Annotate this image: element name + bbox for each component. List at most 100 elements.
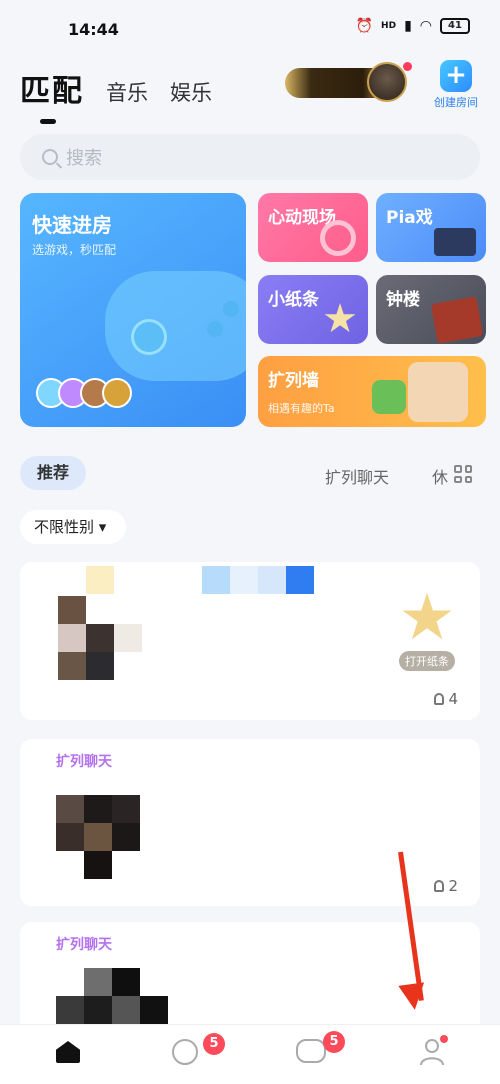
member-count-value: 2	[448, 877, 458, 895]
member-count-value: 4	[448, 690, 458, 708]
hd-label: HD	[381, 21, 397, 31]
card-tower-title: 钟楼	[386, 290, 420, 310]
mosaic-cell	[84, 795, 112, 823]
room-tag: 扩列聊天	[56, 754, 112, 770]
quick-join-title: 快速进房	[32, 213, 112, 237]
status-icons: ⏰ HD ▮ ◠ 41	[356, 18, 470, 34]
mosaic-cell	[56, 996, 84, 1024]
mosaic-cell	[56, 823, 84, 851]
status-bar: 14:44 ⏰ HD ▮ ◠ 41	[0, 0, 500, 58]
mosaic-cell	[84, 968, 112, 996]
gamepad-stick	[131, 319, 167, 355]
game-avatar	[102, 378, 132, 408]
tab-recommend[interactable]: 推荐	[20, 456, 86, 490]
search-placeholder: 搜索	[66, 148, 102, 169]
card-wall-subtitle: 相遇有趣的Ta	[268, 402, 335, 415]
mosaic-cell	[286, 566, 314, 594]
create-room-label: 创建房间	[434, 96, 478, 109]
person-icon	[434, 693, 445, 705]
mosaic-cell	[84, 996, 112, 1024]
compass-icon[interactable]	[172, 1039, 198, 1065]
mosaic-cell	[112, 996, 140, 1024]
create-room-button[interactable]: + 创建房间	[428, 60, 484, 110]
grid-cell	[454, 465, 462, 473]
open-note-label: 打开纸条	[399, 651, 455, 671]
mosaic-cell	[56, 795, 84, 823]
grid-cell	[454, 475, 462, 483]
frog-icon	[372, 380, 406, 414]
mosaic-cell	[202, 566, 230, 594]
wifi-icon: ◠	[419, 18, 432, 34]
home-icon[interactable]	[56, 1041, 80, 1063]
alarm-icon: ⏰	[355, 18, 374, 34]
mosaic-cell	[230, 566, 258, 594]
mosaic-cell	[84, 851, 112, 879]
chat-badge: 5	[323, 1031, 345, 1053]
gamepad-button	[207, 321, 223, 337]
gamepad-icon	[105, 271, 246, 381]
person-icon	[434, 880, 445, 892]
quick-join-card[interactable]: 快速进房 选游戏，秒匹配	[20, 193, 246, 427]
active-tab-indicator	[40, 119, 56, 124]
chat-icon[interactable]	[296, 1039, 326, 1063]
card-tower[interactable]: 钟楼	[376, 275, 486, 344]
clapperboard-icon	[434, 228, 476, 256]
mosaic-cell	[86, 652, 114, 680]
annotation-arrow-head	[398, 982, 428, 1012]
mosaic-cell	[114, 624, 142, 652]
search-icon	[42, 149, 58, 165]
book-icon	[430, 296, 484, 344]
room-tag: 扩列聊天	[56, 937, 112, 953]
mosaic-cell	[258, 566, 286, 594]
status-time: 14:44	[68, 20, 119, 39]
room-card[interactable]: ★ 打开纸条 4	[20, 562, 480, 720]
compass-badge: 5	[203, 1033, 225, 1055]
tab-leisure[interactable]: 休	[432, 464, 448, 488]
gamepad-button	[223, 301, 239, 317]
game-avatars	[36, 378, 132, 408]
tab-chat[interactable]: 扩列聊天	[325, 464, 389, 488]
grid-cell	[464, 475, 472, 483]
star-icon: ★	[322, 296, 358, 342]
mosaic-cell	[112, 968, 140, 996]
avatar[interactable]	[367, 62, 407, 102]
card-note-title: 小纸条	[268, 290, 319, 310]
gender-filter[interactable]: 不限性别 ▾	[20, 510, 126, 544]
tab-entertainment[interactable]: 娱乐	[170, 77, 212, 107]
star-icon: ★	[398, 581, 456, 655]
card-wall-title: 扩列墙	[268, 371, 319, 391]
mosaic-cell	[112, 823, 140, 851]
tab-music[interactable]: 音乐	[106, 77, 148, 107]
plus-icon: +	[440, 60, 472, 92]
mosaic-cell	[84, 823, 112, 851]
profile-dot	[440, 1035, 448, 1043]
search-bar[interactable]: 搜索	[20, 134, 480, 180]
bottom-nav: 5 5	[0, 1024, 500, 1084]
quick-join-subtitle: 选游戏，秒匹配	[32, 243, 117, 257]
card-pia-title: Pia戏	[386, 208, 433, 228]
battery-icon: 41	[440, 18, 470, 34]
headphones-icon	[320, 220, 356, 256]
section-tabs: 推荐 扩列聊天 休	[20, 456, 480, 492]
notification-dot	[403, 62, 412, 71]
mosaic-cell	[86, 566, 114, 594]
grid-icon[interactable]	[454, 465, 472, 483]
mosaic-cell	[140, 996, 168, 1024]
card-wall[interactable]: 扩列墙 相遇有趣的Ta	[258, 356, 486, 427]
character-icon	[408, 362, 468, 422]
tab-match[interactable]: 匹配	[20, 66, 84, 124]
open-note-button[interactable]: ★ 打开纸条	[392, 586, 462, 672]
grid-cell	[464, 465, 472, 473]
room-card[interactable]: 扩列聊天 2	[20, 739, 480, 906]
mosaic-cell	[86, 624, 114, 652]
card-pia[interactable]: Pia戏	[376, 193, 486, 262]
signal-icon: ▮	[404, 18, 412, 34]
member-count: 4	[434, 690, 458, 708]
tab-match-label: 匹配	[20, 74, 84, 109]
mosaic-cell	[112, 795, 140, 823]
mosaic-cell	[58, 596, 86, 624]
card-note[interactable]: 小纸条 ★	[258, 275, 368, 344]
card-heartbeat[interactable]: 心动现场	[258, 193, 368, 262]
member-count: 2	[434, 877, 458, 895]
mosaic-cell	[58, 624, 86, 652]
